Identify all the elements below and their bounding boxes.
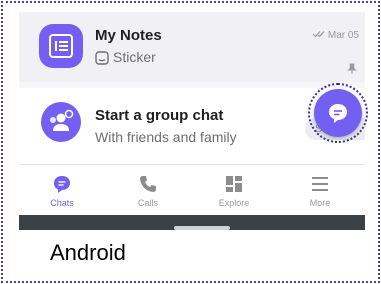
- group-icon: [50, 109, 74, 131]
- sticker-icon: [95, 51, 109, 68]
- bottom-nav: Chats Calls Explore More: [19, 164, 365, 215]
- chat-subtitle: With friends and family: [95, 129, 237, 145]
- notes-list-icon: [49, 34, 73, 58]
- new-chat-icon: [329, 104, 347, 123]
- nav-item-calls[interactable]: Calls: [105, 165, 191, 215]
- pin-icon: [347, 62, 357, 80]
- nav-label: Explore: [218, 198, 250, 208]
- chat-bubble-icon: [54, 176, 70, 193]
- chat-subtitle: Sticker: [113, 49, 156, 65]
- chat-date-text: Mar 05: [327, 30, 359, 41]
- nav-item-chats[interactable]: Chats: [19, 165, 105, 215]
- nav-label: Chats: [50, 198, 74, 208]
- platform-caption: Android: [50, 240, 126, 265]
- system-navigation-bar: [19, 215, 365, 230]
- chat-title: Start a group chat: [95, 107, 224, 124]
- phone-icon: [140, 176, 156, 192]
- read-check-icon: [312, 31, 325, 38]
- group-avatar: [41, 102, 81, 142]
- my-notes-avatar: [39, 24, 83, 68]
- chat-title: My Notes: [95, 27, 162, 44]
- chat-subtitle-row: Sticker: [95, 49, 156, 68]
- home-gesture-handle[interactable]: [174, 226, 230, 230]
- new-chat-button[interactable]: [314, 89, 362, 137]
- grid-icon: [226, 176, 242, 192]
- nav-label: Calls: [137, 198, 158, 208]
- nav-label: More: [309, 198, 331, 208]
- nav-item-more[interactable]: More: [277, 165, 363, 215]
- chat-row-my-notes[interactable]: My Notes Sticker Mar 05: [19, 12, 365, 82]
- menu-icon: [312, 177, 328, 191]
- nav-item-explore[interactable]: Explore: [191, 165, 277, 215]
- chat-date: Mar 05: [312, 30, 359, 41]
